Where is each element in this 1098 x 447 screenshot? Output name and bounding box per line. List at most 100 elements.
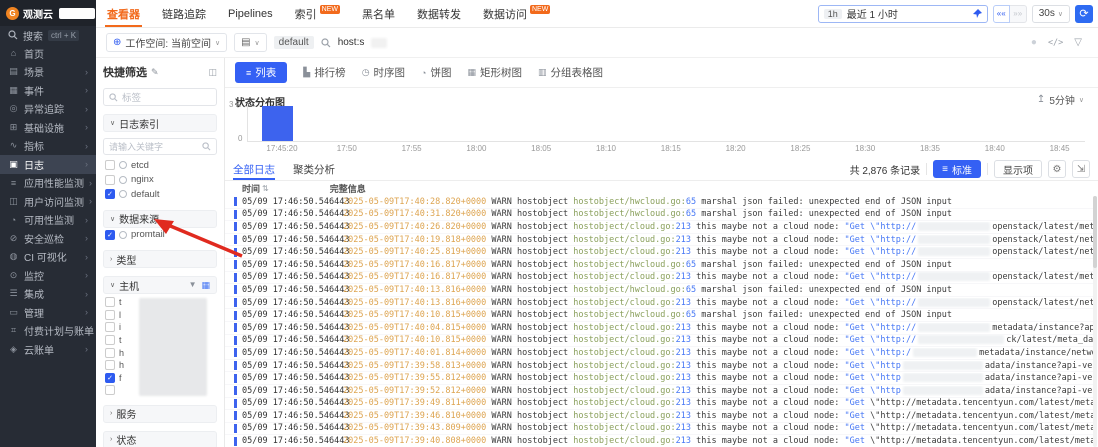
section-服务[interactable]: › 服务 [103,404,217,423]
display-columns-button[interactable]: 显示项 [994,160,1042,178]
sidebar-item-management[interactable]: ▭ 管理 › [0,303,96,322]
log-row[interactable]: 05/09 17:46:50.546443 2025-05-09T17:40:04… [225,322,1093,335]
pin-icon[interactable] [972,8,982,19]
log-row[interactable]: 05/09 17:46:50.546443 2025-05-09T17:40:19… [225,234,1093,247]
log-row[interactable]: 05/09 17:46:50.546443 2025-05-09T17:40:10… [225,309,1093,322]
filter-search-input[interactable]: 标签 [103,88,217,106]
collapse-panel-icon[interactable]: ◫ [208,67,217,78]
sidebar-item-logs[interactable]: ▣ 日志 › [0,155,96,174]
saved-views-selector[interactable]: ▤ ∨ [234,33,267,52]
histogram-bar[interactable] [262,106,293,141]
sidebar-item-rum[interactable]: ◫ 用户访问监测 › [0,192,96,211]
section-host[interactable]: ∨ 主机 ▼ ▦ [103,276,217,294]
log-row[interactable]: 05/09 17:46:50.546443 2025-05-09T17:39:46… [225,410,1093,423]
result-tab[interactable]: 全部日志 [233,158,275,180]
log-row[interactable]: 05/09 17:46:50.546443 2025-05-09T17:40:25… [225,246,1093,259]
sidebar-item-synthetic[interactable]: ◔ 可用性监测 › [0,211,96,230]
export-filter-icon[interactable]: ▽ [1074,37,1082,48]
sidebar-item-ci[interactable]: ◍ CI 可视化 › [0,248,96,267]
top-nav-tab[interactable]: Pipelines [217,0,284,27]
checkbox[interactable] [105,385,115,396]
view-tab[interactable]: ◔ 饼图 [421,65,451,80]
export-icon[interactable]: ↥ [1037,94,1045,105]
sidebar-item-home[interactable]: ⌂ 首页 [0,44,96,63]
checkbox[interactable] [105,347,115,358]
view-tab[interactable]: ▦ 矩形树图 [467,65,522,80]
checkbox[interactable] [105,160,115,171]
log-row[interactable]: 05/09 17:46:50.546443 2025-05-09T17:40:13… [225,297,1093,310]
log-row[interactable]: 05/09 17:46:50.546443 2025-05-09T17:39:55… [225,372,1093,385]
sidebar-item-billing[interactable]: ⌗ 付费计划与账单 [0,322,96,341]
checkbox[interactable] [105,360,115,371]
top-nav-tab[interactable]: 数据访问 NEW [472,0,561,27]
filter-funnel-icon[interactable]: ▼ [189,280,197,291]
log-index-option[interactable]: ✓ default [103,187,217,202]
sidebar-search[interactable]: 搜索 ctrl + K [0,26,96,44]
step-forward-button[interactable]: »» [1009,4,1027,23]
log-index-option[interactable]: nginx [103,173,217,188]
column-header-time[interactable]: 时间 ⇅ [242,182,269,195]
sidebar-item-scene[interactable]: ▤ 场景 › [0,63,96,82]
sidebar-item-metrics[interactable]: ∿ 指标 › [0,137,96,156]
refresh-button[interactable]: ⟳ [1075,4,1093,23]
gear-icon[interactable]: ⚙ [1048,160,1066,178]
log-row[interactable]: 05/09 17:46:50.546443 2025-05-09T17:40:26… [225,221,1093,234]
log-row[interactable]: 05/09 17:46:50.546443 2025-05-09T17:40:31… [225,209,1093,222]
log-row[interactable]: 05/09 17:46:50.546443 2025-05-09T17:39:49… [225,398,1093,411]
help-circle-icon[interactable]: ● [1031,37,1037,48]
data-source-option[interactable]: ✓ promtail [103,228,217,243]
section-log-index[interactable]: ∨ 日志索引 [103,114,217,132]
section-type[interactable]: › 类型 [103,250,217,268]
result-tab[interactable]: 聚类分析 [293,158,335,180]
auto-refresh-select[interactable]: 30s ∨ [1031,4,1070,23]
checkbox[interactable]: ✓ [105,372,115,383]
step-back-button[interactable]: «« [992,4,1010,23]
view-tab[interactable]: ◷ 时序图 [362,65,405,80]
checkbox[interactable] [105,322,115,333]
time-range-picker[interactable]: 1h 最近 1 小时 [817,4,988,23]
top-nav-tab[interactable]: 查看器 [96,0,151,27]
sidebar-item-infrastructure[interactable]: ⊞ 基础设施 › [0,118,96,137]
view-tab[interactable]: ≡ 列表 [235,62,288,83]
view-tab[interactable]: ▥ 分组表格图 [538,65,603,80]
sidebar-item-integration[interactable]: ☰ 集成 › [0,285,96,304]
sidebar-item-monitor[interactable]: ⊙ 监控 › [0,266,96,285]
section-data-source[interactable]: ∨ 数据来源 [103,209,217,228]
scrollbar[interactable] [1093,196,1097,447]
column-header-message[interactable]: 完整信息 [330,182,366,195]
sidebar-item-event[interactable]: ▦ 事件 › [0,81,96,100]
log-row[interactable]: 05/09 17:46:50.546443 2025-05-09T17:39:40… [225,435,1093,447]
checkbox[interactable]: ✓ [105,189,115,200]
sidebar-item-security[interactable]: ⊘ 安全巡检 › [0,229,96,248]
sort-icon[interactable]: ⇅ [262,184,269,193]
log-index-option[interactable]: etcd [103,158,217,173]
top-values-icon[interactable]: ▦ [201,280,210,291]
scrollbar-thumb[interactable] [1093,196,1097,268]
checkbox[interactable] [105,309,115,320]
search-query-input[interactable]: host:s [338,37,365,48]
log-row[interactable]: 05/09 17:46:50.546443 2025-05-09T17:39:52… [225,385,1093,398]
view-tab[interactable]: ▙ 排行榜 [303,65,345,80]
log-row[interactable]: 05/09 17:46:50.546443 2025-05-09T17:40:13… [225,284,1093,297]
sidebar-item-error-tracking[interactable]: ◎ 异常追踪 › [0,100,96,119]
log-row[interactable]: 05/09 17:46:50.546443 2025-05-09T17:39:58… [225,360,1093,373]
checkbox[interactable] [105,335,115,346]
checkbox[interactable] [105,297,115,308]
standard-view-button[interactable]: ≡ 标准 [933,160,981,178]
log-row[interactable]: 05/09 17:46:50.546443 2025-05-09T17:40:16… [225,259,1093,272]
code-icon[interactable]: </> [1048,38,1063,48]
sidebar-item-apm[interactable]: ≡ 应用性能监测 › [0,174,96,193]
workspace-selector[interactable]: ⊕ 工作空间: 当前空间 ∨ [106,33,228,52]
checkbox[interactable] [105,174,115,185]
top-nav-tab[interactable]: 数据转发 [406,0,472,27]
log-row[interactable]: 05/09 17:46:50.546443 2025-05-09T17:40:10… [225,335,1093,348]
sidebar-item-cloud-bill[interactable]: ◈ 云账单 › [0,340,96,359]
log-row[interactable]: 05/09 17:46:50.546443 2025-05-09T17:39:43… [225,423,1093,436]
fullscreen-icon[interactable]: ⇲ [1072,160,1090,178]
log-index-search-input[interactable]: 请输入关键字 [103,138,217,155]
checkbox[interactable]: ✓ [105,229,115,240]
section-状态[interactable]: › 状态 [103,430,217,447]
edit-icon[interactable]: ✎ [151,67,159,78]
log-row[interactable]: 05/09 17:46:50.546443 2025-05-09T17:40:28… [225,196,1093,209]
log-row[interactable]: 05/09 17:46:50.546443 2025-05-09T17:40:01… [225,347,1093,360]
